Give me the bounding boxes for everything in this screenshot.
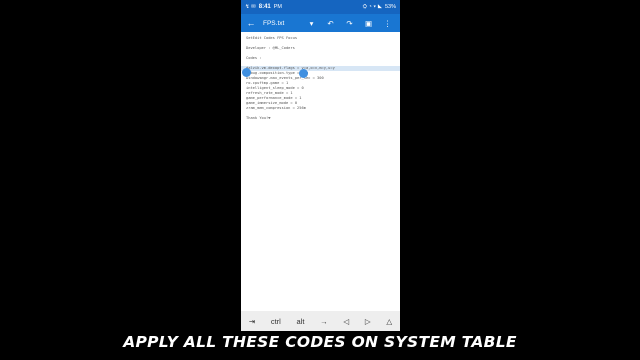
editor-line: zram_mem_compression = 256m (246, 106, 306, 110)
tab-key[interactable]: ⇥ (249, 317, 255, 326)
battery-percent: 53% (384, 4, 396, 10)
file-title[interactable]: FPS.txt (258, 20, 302, 27)
alt-key[interactable]: alt (297, 317, 305, 326)
status-bar: ↯ ✉ 8:41 PM ⛭ ◔ ▾ ◣ 53% (241, 0, 400, 14)
arrow-right-key[interactable]: → (320, 317, 328, 326)
back-arrow-icon[interactable]: ← (244, 18, 258, 28)
selection-start-handle[interactable] (242, 68, 251, 77)
undo-icon[interactable]: ↶ (321, 19, 340, 28)
cursor-right-key[interactable]: ▷ (365, 317, 371, 326)
status-system-icons: ⛭ ◔ ▾ ◣ (362, 3, 382, 10)
text-editor[interactable]: SetEdit Codes FPS Focus Developer : @ML_… (241, 32, 400, 311)
cursor-left-key[interactable]: ◁ (343, 317, 349, 326)
video-caption: APPLY ALL THESE CODES ON SYSTEM TABLE (123, 333, 517, 351)
selection-end-handle[interactable] (299, 69, 308, 78)
editor-line: Thank You!❤ (246, 116, 271, 120)
cursor-up-key[interactable]: △ (386, 317, 392, 326)
ctrl-key[interactable]: ctrl (271, 317, 281, 326)
editor-line: SetEdit Codes FPS Focus (246, 36, 298, 40)
status-mode-icons: ↯ ✉ (245, 4, 256, 10)
extra-keys-bar: ⇥ ctrl alt → ◁ ▷ △ (241, 311, 400, 331)
editor-line: Codes : (246, 56, 262, 60)
more-icon[interactable]: ⋮ (378, 19, 397, 28)
editor-line: Developer : @ML_Coders (246, 46, 295, 50)
phone-screen: ↯ ✉ 8:41 PM ⛭ ◔ ▾ ◣ 53% ← FPS.txt ▾ ↶ ↷ … (241, 0, 400, 331)
save-icon[interactable]: ▣ (359, 19, 378, 28)
status-time: 8:41 (258, 4, 271, 10)
redo-icon[interactable]: ↷ (340, 19, 359, 28)
app-bar: ← FPS.txt ▾ ↶ ↷ ▣ ⋮ (241, 14, 400, 32)
status-ampm: PM (273, 4, 283, 10)
dropdown-icon[interactable]: ▾ (302, 19, 321, 28)
